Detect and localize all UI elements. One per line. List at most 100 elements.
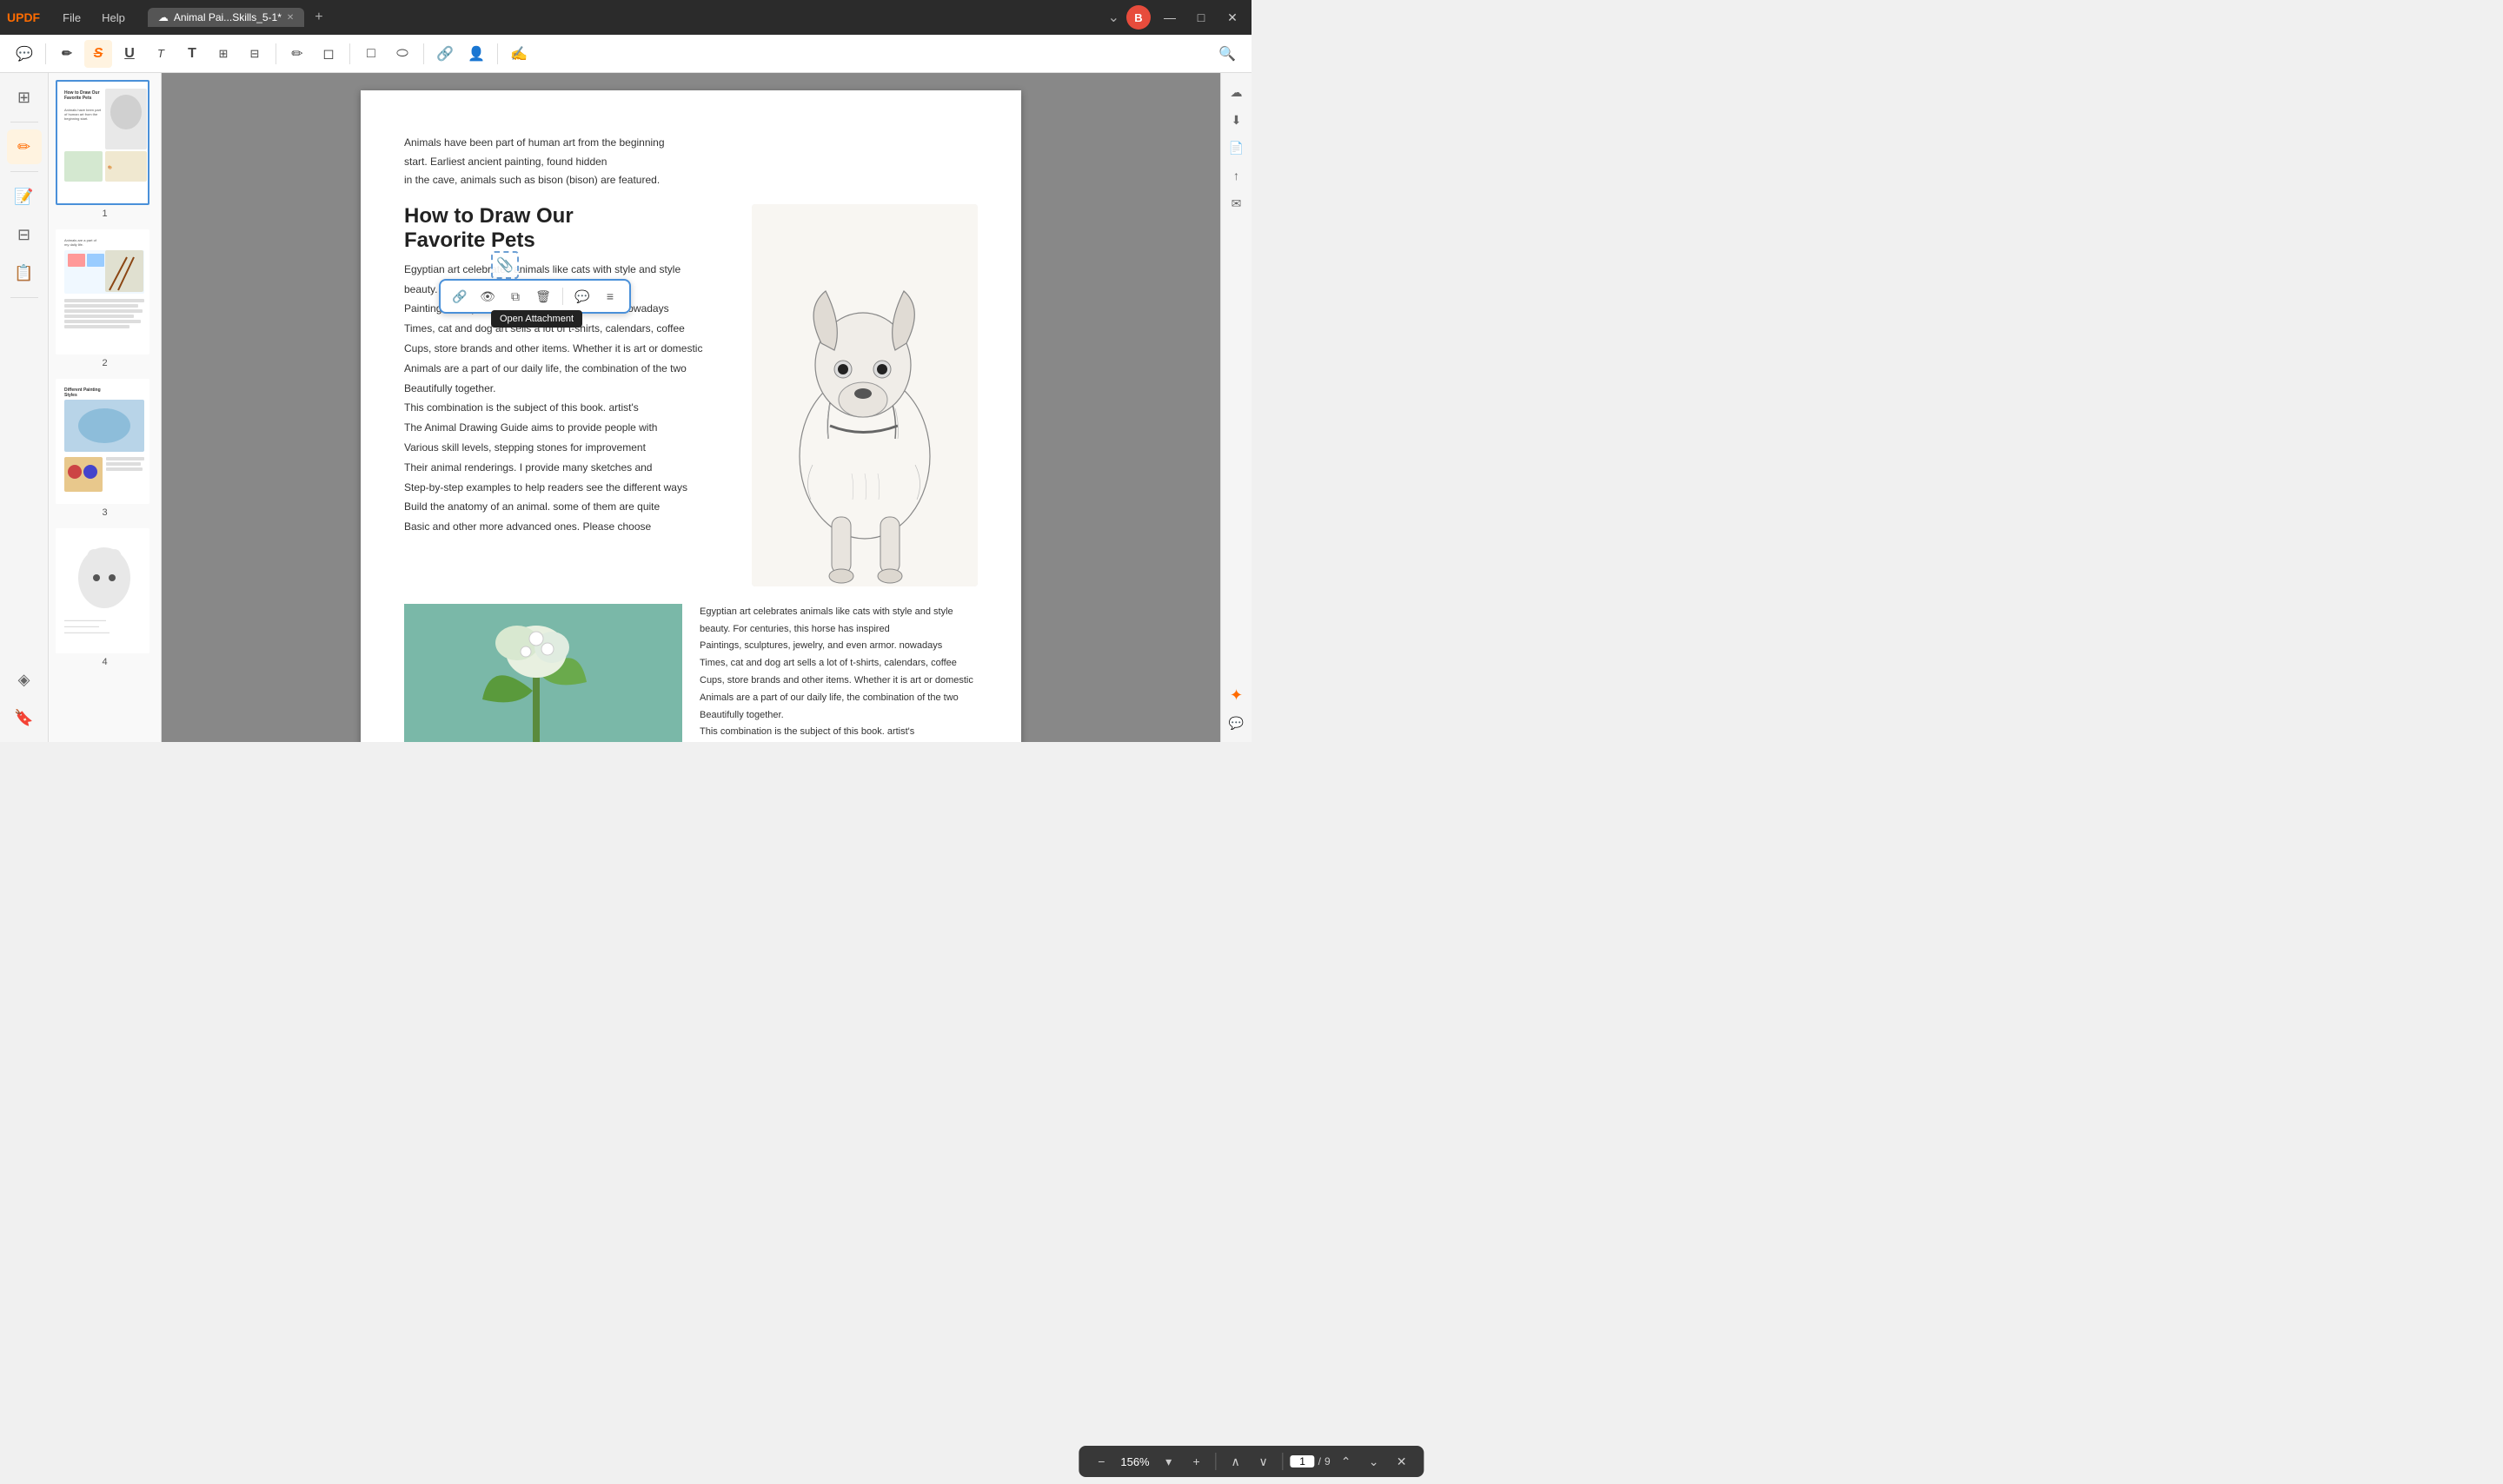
body-line-8: The Animal Drawing Guide aims to provide… xyxy=(404,418,734,438)
annotation-btn[interactable]: 📝 xyxy=(7,179,42,214)
att-preview-btn[interactable]: 👁 xyxy=(475,284,500,308)
thumbnail-page-2[interactable]: Animals are a part of my daily life. xyxy=(56,229,154,368)
heading-line1: How to Draw Our xyxy=(404,204,574,228)
layers-btn[interactable]: ◈ xyxy=(7,662,42,697)
att-open-btn[interactable]: 🔗 xyxy=(448,284,472,308)
sign-btn[interactable]: ✍ xyxy=(505,40,533,68)
pdf-content-area[interactable]: Animals have been part of human art from… xyxy=(162,73,1220,742)
tab-cloud-icon: ☁ xyxy=(158,11,169,23)
total-pages: 9 xyxy=(1325,1455,1331,1467)
thumbnail-page-1[interactable]: How to Draw Our Favorite Pets Animals ha… xyxy=(56,80,154,219)
thumb-img-1: How to Draw Our Favorite Pets Animals ha… xyxy=(56,80,149,205)
underline-btn[interactable]: U xyxy=(116,40,143,68)
bottom-line-0: Egyptian art celebrates animals like cat… xyxy=(700,604,978,621)
svg-text:beginning start.: beginning start. xyxy=(64,116,88,121)
plant-image xyxy=(404,604,682,742)
dog-sketch-image xyxy=(752,204,978,586)
new-tab-btn[interactable]: + xyxy=(308,6,329,29)
highlight-btn[interactable]: ✏ xyxy=(53,40,81,68)
save-btn[interactable]: ✦ xyxy=(1225,683,1249,707)
pdf-top-section: How to Draw Our Favorite Pets Egyptian a… xyxy=(404,204,978,586)
window-controls: ⌄ B — □ ✕ xyxy=(1108,5,1245,30)
minimize-btn[interactable]: — xyxy=(1158,5,1182,30)
pdf-text-column: How to Draw Our Favorite Pets Egyptian a… xyxy=(404,204,734,586)
svg-text:▬▬▬▬▬▬▬▬▬▬▬▬: ▬▬▬▬▬▬▬▬▬▬▬▬ xyxy=(64,618,106,622)
edit-tool-btn[interactable]: ✏ xyxy=(7,129,42,164)
body-line-7: This combination is the subject of this … xyxy=(404,398,734,418)
body-line-9: Various skill levels, stepping stones fo… xyxy=(404,438,734,458)
menu-help[interactable]: Help xyxy=(93,8,134,28)
link-btn[interactable]: 🔗 xyxy=(431,40,459,68)
bottom-line-2: Paintings, sculptures, jewelry, and even… xyxy=(700,638,978,655)
prev-page-btn[interactable]: ⌃ xyxy=(1334,1449,1358,1474)
thumbnail-page-3[interactable]: Different Painting Styles 3 xyxy=(56,379,154,518)
bottom-line-1: beauty. For centuries, this horse has in… xyxy=(700,621,978,639)
svg-text:🎨: 🎨 xyxy=(108,165,112,169)
body-line-11: Step-by-step examples to help readers se… xyxy=(404,478,734,498)
fit-up-btn[interactable]: ∧ xyxy=(1224,1449,1248,1474)
bottom-line-5: Animals are a part of our daily life, th… xyxy=(700,690,978,707)
bottom-line-6: Beautifully together. xyxy=(700,707,978,725)
att-comment-btn[interactable]: 💬 xyxy=(570,284,594,308)
svg-text:▬▬▬▬▬▬▬▬▬▬: ▬▬▬▬▬▬▬▬▬▬ xyxy=(64,624,99,628)
fit-down-btn[interactable]: ∨ xyxy=(1252,1449,1276,1474)
next-page-btn[interactable]: ⌄ xyxy=(1362,1449,1386,1474)
print-btn[interactable]: 📄 xyxy=(1225,136,1249,160)
share-btn[interactable]: ↑ xyxy=(1225,163,1249,188)
strikethrough-btn[interactable]: S xyxy=(84,40,112,68)
bottom-line-3: Times, cat and dog art sells a lot of t-… xyxy=(700,655,978,672)
att-copy-btn[interactable]: ⧉ xyxy=(503,284,528,308)
shape-ellipse-btn[interactable]: ⬭ xyxy=(388,40,416,68)
pdf-bottom-section: Egyptian art celebrates animals like cat… xyxy=(404,604,978,742)
menu-file[interactable]: File xyxy=(54,8,90,28)
current-page-input[interactable] xyxy=(1291,1455,1315,1467)
menu-bar: File Help xyxy=(54,8,134,28)
sep-l1 xyxy=(10,122,38,123)
zoom-out-btn[interactable]: − xyxy=(1089,1449,1113,1474)
email-btn[interactable]: ✉ xyxy=(1225,191,1249,215)
user-avatar[interactable]: B xyxy=(1126,5,1151,30)
bookmark-btn[interactable]: 🔖 xyxy=(7,700,42,735)
svg-text:▬▬▬▬▬▬▬▬▬▬▬▬▬: ▬▬▬▬▬▬▬▬▬▬▬▬▬ xyxy=(64,630,110,634)
sep5 xyxy=(497,43,498,64)
svg-text:Styles: Styles xyxy=(64,393,77,398)
thumbnail-view-btn[interactable]: ⊞ xyxy=(7,80,42,115)
zoom-dropdown-btn[interactable]: ▾ xyxy=(1157,1449,1181,1474)
chat-btn[interactable]: 💬 xyxy=(1225,711,1249,735)
tab-close-btn[interactable]: ✕ xyxy=(287,13,294,23)
extract-btn[interactable]: 📋 xyxy=(7,255,42,290)
bottom-toolbar: − 156% ▾ + ∧ ∨ / 9 ⌃ ⌄ ✕ xyxy=(1079,1446,1424,1477)
sep3 xyxy=(349,43,350,64)
thumbnail-page-4[interactable]: ▬▬▬▬▬▬▬▬▬▬▬▬ ▬▬▬▬▬▬▬▬▬▬ ▬▬▬▬▬▬▬▬▬▬▬▬▬ 4 xyxy=(56,528,154,667)
stamp-btn[interactable]: 👤 xyxy=(462,40,490,68)
cloud-sync-btn[interactable]: ☁ xyxy=(1225,80,1249,104)
comment-btn[interactable]: 💬 xyxy=(10,40,38,68)
close-btn[interactable]: ✕ xyxy=(1220,5,1245,30)
chevron-icon[interactable]: ⌄ xyxy=(1108,9,1119,26)
main-layout: ⊞ ✏ 📝 ⊟ 📋 ◈ 🔖 How to Draw Our Favorite P… xyxy=(0,73,1252,742)
attachment-toolbar: 🔗 👁 ⧉ 🗑 💬 ≡ xyxy=(439,279,631,314)
close-nav-btn[interactable]: ✕ xyxy=(1390,1449,1414,1474)
attachment-icon[interactable]: 📎 xyxy=(491,251,519,279)
att-props-btn[interactable]: ≡ xyxy=(598,284,622,308)
download-btn[interactable]: ⬇ xyxy=(1225,108,1249,132)
active-tab[interactable]: ☁ Animal Pai...Skills_5-1* ✕ xyxy=(148,8,304,27)
pages-btn[interactable]: ⊟ xyxy=(7,217,42,252)
shape-rect-btn[interactable]: □ xyxy=(357,40,385,68)
thumb-label-1: 1 xyxy=(56,209,154,219)
intro-line-2: start. Earliest ancient painting, found … xyxy=(404,153,978,172)
sep-l3 xyxy=(10,297,38,298)
body-line-5: Animals are a part of our daily life, th… xyxy=(404,359,734,379)
field-btn[interactable]: ⊞ xyxy=(209,40,237,68)
eraser-btn[interactable]: ◻ xyxy=(315,40,342,68)
zoom-in-btn[interactable]: + xyxy=(1185,1449,1209,1474)
right-sidebar: ☁ ⬇ 📄 ↑ ✉ ✦ 💬 xyxy=(1220,73,1252,742)
text-small-btn[interactable]: T xyxy=(147,40,175,68)
maximize-btn[interactable]: □ xyxy=(1189,5,1213,30)
att-delete-btn[interactable]: 🗑 xyxy=(531,284,555,308)
pdf-page: Animals have been part of human art from… xyxy=(361,90,1021,742)
search-btn[interactable]: 🔍 xyxy=(1213,40,1241,68)
pencil-btn[interactable]: ✏ xyxy=(283,40,311,68)
field2-btn[interactable]: ⊟ xyxy=(241,40,269,68)
text-large-btn[interactable]: T xyxy=(178,40,206,68)
